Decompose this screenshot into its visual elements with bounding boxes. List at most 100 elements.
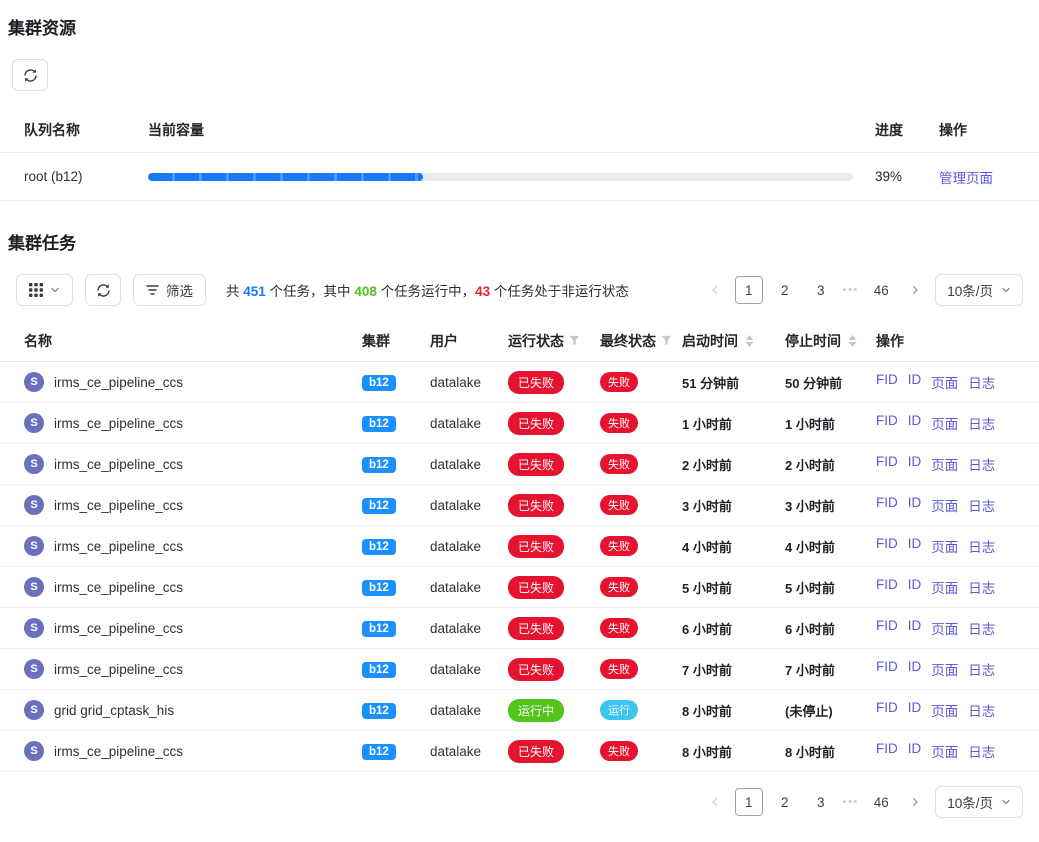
start-time: 8 小时前 <box>682 742 785 761</box>
row-actions: FID ID 页面日志 <box>876 413 1015 433</box>
action-log-link[interactable]: 日志 <box>968 413 995 433</box>
action-page-link[interactable]: 页面 <box>931 536 958 556</box>
action-page-link[interactable]: 页面 <box>931 741 958 761</box>
action-id-link[interactable]: ID <box>908 454 922 474</box>
page-size-value: 10条/页 <box>947 792 993 812</box>
action-id-link[interactable]: ID <box>908 372 922 392</box>
cluster-badge: b12 <box>362 744 396 760</box>
action-page-link[interactable]: 页面 <box>931 618 958 638</box>
action-page-link[interactable]: 页面 <box>931 413 958 433</box>
next-page-button[interactable] <box>903 278 927 302</box>
spark-avatar: S <box>24 659 44 679</box>
table-row: S irms_ce_pipeline_ccs b12 datalake 已失败 … <box>0 649 1039 690</box>
action-log-link[interactable]: 日志 <box>968 495 995 515</box>
table-row: S irms_ce_pipeline_ccs b12 datalake 已失败 … <box>0 362 1039 403</box>
action-log-link[interactable]: 日志 <box>968 618 995 638</box>
row-actions: FID ID 页面日志 <box>876 700 1015 720</box>
action-page-link[interactable]: 页面 <box>931 700 958 720</box>
action-log-link[interactable]: 日志 <box>968 454 995 474</box>
chevron-down-icon <box>1001 283 1011 298</box>
page-button-2[interactable]: 2 <box>771 788 799 816</box>
action-log-link[interactable]: 日志 <box>968 536 995 556</box>
action-fid-link[interactable]: FID <box>876 536 898 556</box>
action-fid-link[interactable]: FID <box>876 618 898 638</box>
run-status-badge: 已失败 <box>508 412 564 435</box>
final-status-filter-icon[interactable] <box>661 335 672 346</box>
action-page-link[interactable]: 页面 <box>931 659 958 679</box>
task-name: irms_ce_pipeline_ccs <box>54 498 183 513</box>
action-fid-link[interactable]: FID <box>876 454 898 474</box>
action-fid-link[interactable]: FID <box>876 577 898 597</box>
resources-refresh-button[interactable] <box>12 59 48 91</box>
action-fid-link[interactable]: FID <box>876 741 898 761</box>
page-ellipsis[interactable]: ••• <box>843 285 860 296</box>
page-size-select[interactable]: 10条/页 <box>935 786 1023 818</box>
stop-time-header: 停止时间 <box>785 331 876 351</box>
row-actions: FID ID 页面日志 <box>876 618 1015 638</box>
progress-fill <box>148 173 423 181</box>
action-id-link[interactable]: ID <box>908 700 922 720</box>
capacity-progress-bar <box>148 173 853 181</box>
action-fid-link[interactable]: FID <box>876 372 898 392</box>
action-id-link[interactable]: ID <box>908 577 922 597</box>
final-status-badge: 失败 <box>600 454 638 474</box>
action-id-link[interactable]: ID <box>908 618 922 638</box>
action-page-link[interactable]: 页面 <box>931 454 958 474</box>
run-status-badge: 运行中 <box>508 699 564 722</box>
final-status-badge: 失败 <box>600 741 638 761</box>
action-fid-link[interactable]: FID <box>876 495 898 515</box>
action-page-link[interactable]: 页面 <box>931 372 958 392</box>
resources-section: 集群资源 队列名称 当前容量 进度 操作 <box>0 14 1039 201</box>
filter-button[interactable]: 筛选 <box>133 274 206 306</box>
action-id-link[interactable]: ID <box>908 495 922 515</box>
action-log-link[interactable]: 日志 <box>968 577 995 597</box>
action-page-link[interactable]: 页面 <box>931 577 958 597</box>
running-count: 408 <box>354 284 377 299</box>
action-id-link[interactable]: ID <box>908 413 922 433</box>
next-page-button[interactable] <box>903 790 927 814</box>
manage-page-link[interactable]: 管理页面 <box>939 171 993 186</box>
action-log-link[interactable]: 日志 <box>968 741 995 761</box>
stop-time-sort-icon[interactable] <box>848 335 857 347</box>
action-id-link[interactable]: ID <box>908 741 922 761</box>
action-fid-link[interactable]: FID <box>876 659 898 679</box>
page-button-3[interactable]: 3 <box>807 788 835 816</box>
cluster-badge: b12 <box>362 375 396 391</box>
action-id-link[interactable]: ID <box>908 536 922 556</box>
action-id-link[interactable]: ID <box>908 659 922 679</box>
page-button-2[interactable]: 2 <box>771 276 799 304</box>
action-fid-link[interactable]: FID <box>876 700 898 720</box>
run-status-filter-icon[interactable] <box>569 335 580 346</box>
action-page-link[interactable]: 页面 <box>931 495 958 515</box>
final-status-badge: 失败 <box>600 372 638 392</box>
start-time: 6 小时前 <box>682 619 785 638</box>
start-time-sort-icon[interactable] <box>745 335 754 347</box>
page-button-1[interactable]: 1 <box>735 276 763 304</box>
summary-text: 个任务运行中， <box>377 284 475 299</box>
resources-action-header: 操作 <box>939 120 1023 140</box>
spark-avatar: S <box>24 372 44 392</box>
page-button-last[interactable]: 46 <box>867 276 895 304</box>
page-size-select[interactable]: 10条/页 <box>935 274 1023 306</box>
page-button-1[interactable]: 1 <box>735 788 763 816</box>
prev-page-button[interactable] <box>703 790 727 814</box>
start-time: 5 小时前 <box>682 578 785 597</box>
tasks-refresh-button[interactable] <box>85 274 121 306</box>
table-row: S irms_ce_pipeline_ccs b12 datalake 已失败 … <box>0 731 1039 772</box>
start-time: 51 分钟前 <box>682 373 785 392</box>
task-user: datalake <box>430 457 508 472</box>
column-settings-button[interactable] <box>16 274 73 306</box>
tasks-table: 名称 集群 用户 运行状态 最终状态 启动时间 <box>0 320 1039 772</box>
page-size-value: 10条/页 <box>947 280 993 300</box>
spark-avatar: S <box>24 495 44 515</box>
page-button-last[interactable]: 46 <box>867 788 895 816</box>
task-user: datalake <box>430 375 508 390</box>
action-log-link[interactable]: 日志 <box>968 372 995 392</box>
prev-page-button[interactable] <box>703 278 727 302</box>
page-button-3[interactable]: 3 <box>807 276 835 304</box>
task-user: datalake <box>430 580 508 595</box>
page-ellipsis[interactable]: ••• <box>843 797 860 808</box>
action-log-link[interactable]: 日志 <box>968 659 995 679</box>
action-log-link[interactable]: 日志 <box>968 700 995 720</box>
action-fid-link[interactable]: FID <box>876 413 898 433</box>
